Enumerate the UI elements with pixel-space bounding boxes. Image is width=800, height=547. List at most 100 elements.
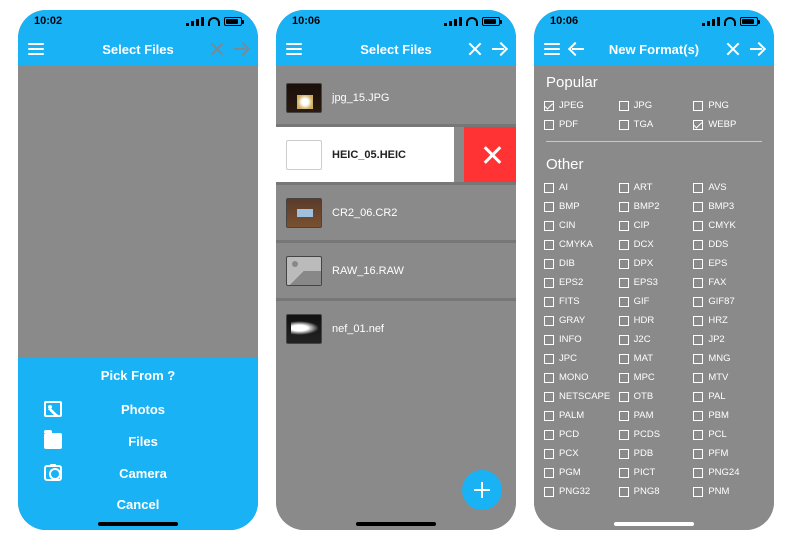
status-icons [186,17,242,26]
format-option-pam[interactable]: PAM [619,407,690,424]
format-option-j2c[interactable]: J2C [619,331,690,348]
format-option-mat[interactable]: MAT [619,350,690,367]
file-row-swiped[interactable]: HEIC_05.HEIC [276,124,516,182]
wifi-icon [724,17,736,26]
format-option-hdr[interactable]: HDR [619,312,690,329]
format-option-bmp2[interactable]: BMP2 [619,198,690,215]
pick-camera-button[interactable]: Camera [18,457,258,489]
checkbox-icon [619,101,629,111]
menu-icon[interactable] [28,43,44,55]
app-bar: New Format(s) [534,32,774,66]
next-icon[interactable] [234,42,248,56]
format-option-art[interactable]: ART [619,179,690,196]
format-option-dds[interactable]: DDS [693,236,764,253]
format-option-mng[interactable]: MNG [693,350,764,367]
checkbox-icon [693,468,703,478]
signal-icon [702,17,720,26]
checkbox-icon [544,221,554,231]
format-label: GRAY [559,315,585,326]
camera-icon [44,465,62,481]
format-label: BMP3 [708,201,734,212]
format-option-pcd[interactable]: PCD [544,426,615,443]
format-label: DCX [634,239,654,250]
format-option-bmp3[interactable]: BMP3 [693,198,764,215]
format-option-hrz[interactable]: HRZ [693,312,764,329]
next-icon[interactable] [750,42,764,56]
format-option-pbm[interactable]: PBM [693,407,764,424]
close-icon[interactable] [210,42,224,56]
format-option-mpc[interactable]: MPC [619,369,690,386]
format-option-pdb[interactable]: PDB [619,445,690,462]
file-row[interactable]: CR2_06.CR2 [276,182,516,240]
add-file-button[interactable] [462,470,502,510]
format-option-pgm[interactable]: PGM [544,464,615,481]
format-option-pal[interactable]: PAL [693,388,764,405]
file-row[interactable]: nef_01.nef [276,298,516,356]
content-area: Popular JPEGJPGPNGPDFTGAWEBP Other AIART… [534,66,774,530]
format-option-jpg[interactable]: JPG [619,97,690,114]
file-list: jpg_15.JPGHEIC_05.HEICCR2_06.CR2RAW_16.R… [276,66,516,356]
format-option-pfm[interactable]: PFM [693,445,764,462]
cancel-button[interactable]: Cancel [18,497,258,512]
format-option-fax[interactable]: FAX [693,274,764,291]
next-icon[interactable] [492,42,506,56]
wifi-icon [466,17,478,26]
checkbox-icon [619,183,629,193]
format-option-dib[interactable]: DIB [544,255,615,272]
file-row[interactable]: jpg_15.JPG [276,66,516,124]
format-option-info[interactable]: INFO [544,331,615,348]
format-option-ai[interactable]: AI [544,179,615,196]
format-option-eps2[interactable]: EPS2 [544,274,615,291]
format-option-netscape[interactable]: NETSCAPE [544,388,615,405]
format-option-cmyk[interactable]: CMYK [693,217,764,234]
format-option-pcl[interactable]: PCL [693,426,764,443]
format-option-cip[interactable]: CIP [619,217,690,234]
format-option-webp[interactable]: WEBP [693,116,764,133]
format-option-pcx[interactable]: PCX [544,445,615,462]
format-option-mtv[interactable]: MTV [693,369,764,386]
format-option-avs[interactable]: AVS [693,179,764,196]
signal-icon [186,17,204,26]
format-option-pict[interactable]: PICT [619,464,690,481]
format-option-gif[interactable]: GIF [619,293,690,310]
format-option-pdf[interactable]: PDF [544,116,615,133]
format-option-cin[interactable]: CIN [544,217,615,234]
format-option-pnm[interactable]: PNM [693,483,764,500]
menu-icon[interactable] [286,43,302,55]
format-option-dcx[interactable]: DCX [619,236,690,253]
menu-icon[interactable] [544,43,560,55]
format-option-bmp[interactable]: BMP [544,198,615,215]
content-area: Pick From ? Photos Files Camera Cancel [18,66,258,530]
format-option-jp2[interactable]: JP2 [693,331,764,348]
delete-button[interactable] [464,127,516,182]
format-option-gray[interactable]: GRAY [544,312,615,329]
pick-files-button[interactable]: Files [18,425,258,457]
format-option-pcds[interactable]: PCDS [619,426,690,443]
format-option-fits[interactable]: FITS [544,293,615,310]
close-icon[interactable] [468,42,482,56]
file-row[interactable]: RAW_16.RAW [276,240,516,298]
format-option-tga[interactable]: TGA [619,116,690,133]
status-time: 10:06 [550,15,578,27]
format-option-gif87[interactable]: GIF87 [693,293,764,310]
format-option-otb[interactable]: OTB [619,388,690,405]
format-option-eps[interactable]: EPS [693,255,764,272]
format-option-png8[interactable]: PNG8 [619,483,690,500]
format-option-dpx[interactable]: DPX [619,255,690,272]
format-option-png24[interactable]: PNG24 [693,464,764,481]
format-option-jpc[interactable]: JPC [544,350,615,367]
format-option-jpeg[interactable]: JPEG [544,97,615,114]
format-option-mono[interactable]: MONO [544,369,615,386]
pick-photos-button[interactable]: Photos [18,393,258,425]
format-option-png[interactable]: PNG [693,97,764,114]
format-label: TGA [634,119,654,130]
format-label: EPS2 [559,277,583,288]
format-option-png32[interactable]: PNG32 [544,483,615,500]
checkbox-icon [693,316,703,326]
format-option-cmyka[interactable]: CMYKA [544,236,615,253]
format-option-palm[interactable]: PALM [544,407,615,424]
format-option-eps3[interactable]: EPS3 [619,274,690,291]
back-icon[interactable] [570,42,584,56]
format-label: CMYKA [559,239,593,250]
close-icon[interactable] [726,42,740,56]
